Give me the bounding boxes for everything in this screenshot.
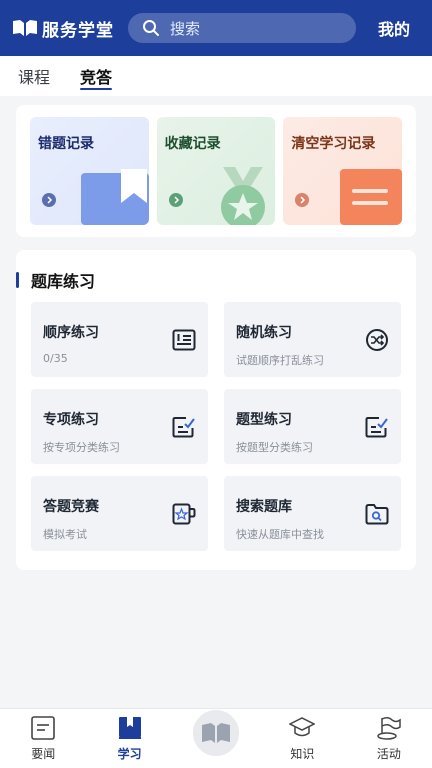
question-type-practice-item[interactable]: 题型练习 按题型分类练习: [224, 389, 401, 464]
topic-practice-item[interactable]: 专项练习 按专项分类练习: [31, 389, 208, 464]
medal-star-icon: [221, 167, 266, 225]
mine-button[interactable]: 我的: [378, 16, 420, 40]
app-name: 服务学堂: [42, 20, 114, 41]
open-book-icon: [202, 723, 231, 743]
sequential-practice-item[interactable]: 顺序练习 0/35: [31, 302, 208, 377]
list-order-icon: [172, 329, 196, 351]
section-header: 题库练习: [16, 270, 96, 291]
nav-label: 学习: [117, 747, 142, 761]
document-lines-icon: [340, 169, 403, 225]
item-subtitle: 0/35: [43, 352, 68, 365]
shuffle-icon: [366, 329, 388, 351]
graduation-cap-icon: [289, 717, 316, 737]
search-placeholder: 搜索: [170, 19, 201, 38]
nav-knowledge[interactable]: 知识: [259, 709, 345, 768]
record-title: 收藏记录: [164, 136, 221, 152]
bottom-nav: 要闻 学习 知识 活动: [0, 708, 432, 768]
search-input[interactable]: 搜索: [128, 13, 356, 43]
random-practice-item[interactable]: 随机练习 试题顺序打乱练习: [224, 302, 401, 377]
cup-star-icon: [172, 503, 196, 525]
logo-book-icon: [13, 20, 37, 36]
edit-check-icon: [172, 417, 195, 438]
folder-search-icon: [365, 504, 389, 525]
search-question-bank-item[interactable]: 搜索题库 快速从题库中查找: [224, 476, 401, 551]
record-title: 错题记录: [38, 136, 94, 152]
nav-activity[interactable]: 活动: [346, 709, 432, 768]
record-title: 清空学习记录: [291, 136, 376, 152]
nav-label: 知识: [290, 747, 315, 761]
tab-courses[interactable]: 课程: [18, 56, 50, 96]
news-icon: [31, 716, 56, 740]
top-tabs: 课程 竞答: [0, 56, 432, 96]
item-subtitle: 试题顺序打乱练习: [236, 354, 324, 367]
practice-card: 题库练习 顺序练习 0/35 随机练习 试题顺序打乱练习 专项练习 按专项分类练…: [16, 250, 416, 570]
chevron-right-icon: [42, 193, 56, 207]
nav-label: 要闻: [31, 747, 56, 761]
favorites-record[interactable]: 收藏记录: [156, 117, 276, 225]
tab-quiz[interactable]: 竞答: [80, 56, 113, 96]
nav-news[interactable]: 要闻: [0, 709, 86, 768]
clear-study-record[interactable]: 清空学习记录: [283, 117, 403, 225]
item-subtitle: 按题型分类练习: [236, 441, 313, 454]
item-subtitle: 模拟考试: [43, 528, 87, 541]
bookmark-icon: [80, 169, 149, 225]
nav-center: [173, 709, 259, 768]
wrong-questions-record[interactable]: 错题记录: [30, 117, 149, 225]
edit-check-icon: [365, 417, 388, 438]
book-icon: [118, 717, 141, 739]
app-header: 服务学堂 搜索 我的: [0, 0, 432, 56]
item-subtitle: 按专项分类练习: [43, 441, 120, 454]
search-icon: [143, 20, 159, 36]
center-learning-button[interactable]: [193, 710, 240, 756]
section-accent-bar: [16, 272, 19, 288]
records-card: 错题记录 收藏记录 清空学习记录: [16, 105, 416, 237]
item-subtitle: 快速从题库中查找: [236, 528, 324, 541]
app-logo[interactable]: 服务学堂: [12, 16, 114, 41]
flag-icon: [377, 716, 401, 740]
practice-grid: 顺序练习 0/35 随机练习 试题顺序打乱练习 专项练习 按专项分类练习 题型练…: [31, 302, 401, 551]
chevron-right-icon: [295, 193, 310, 207]
quiz-competition-item[interactable]: 答题竞赛 模拟考试: [31, 476, 208, 551]
nav-study[interactable]: 学习: [86, 709, 172, 768]
section-title: 题库练习: [31, 272, 96, 291]
chevron-right-icon: [168, 193, 183, 207]
nav-label: 活动: [376, 747, 401, 761]
